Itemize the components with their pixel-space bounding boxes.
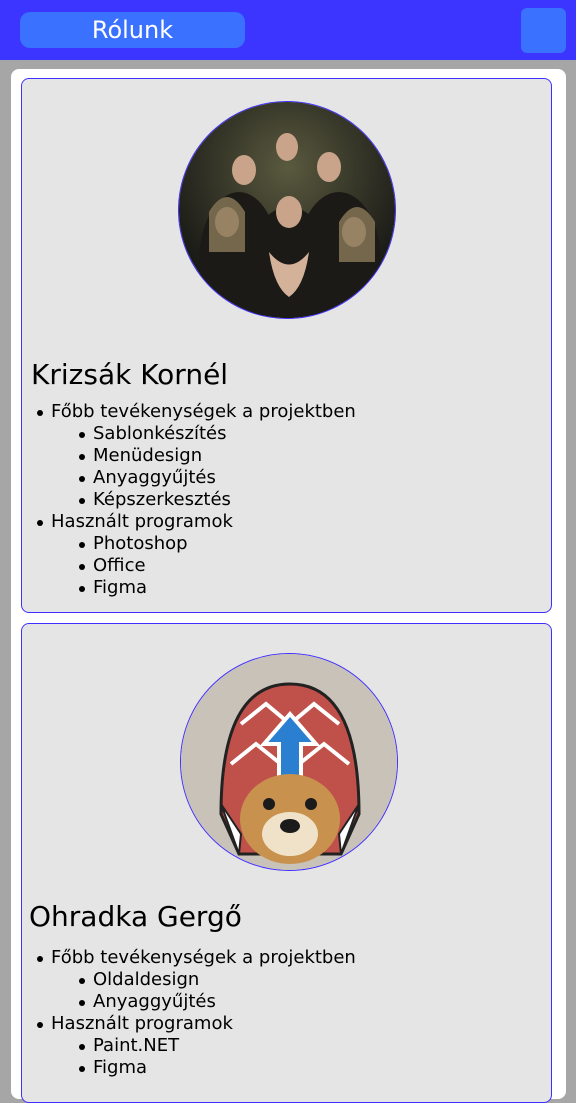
avatar: [180, 653, 398, 871]
list-item: Használt programok Paint.NET Figma: [35, 1013, 356, 1079]
band-photo: [179, 102, 395, 318]
section-label-activities: Főbb tevékenységek a projektben: [51, 401, 356, 422]
list-item: Office: [51, 555, 356, 577]
avatar: [178, 101, 396, 319]
dog-helmet-photo: [181, 654, 397, 870]
list-item: Anyaggyűjtés: [51, 991, 356, 1013]
section-label-programs: Használt programok: [51, 1013, 233, 1034]
section-label-activities: Főbb tevékenységek a projektben: [51, 947, 356, 968]
list-item: Paint.NET: [51, 1035, 356, 1057]
list-item: Sablonkészítés: [51, 423, 356, 445]
list-item: Használt programok Photoshop Office Figm…: [35, 511, 356, 599]
member-details-list: Főbb tevékenységek a projektben Sablonké…: [35, 401, 356, 599]
top-navigation-bar: Rólunk: [0, 0, 576, 60]
list-item: Photoshop: [51, 533, 356, 555]
member-card: Ohradka Gergő Főbb tevékenységek a proje…: [21, 623, 552, 1103]
list-item: Főbb tevékenységek a projektben Oldaldes…: [35, 947, 356, 1013]
section-label-programs: Használt programok: [51, 511, 233, 532]
list-item: Képszerkesztés: [51, 489, 356, 511]
list-item: Oldaldesign: [51, 969, 356, 991]
menu-button[interactable]: [521, 8, 566, 53]
list-item: Főbb tevékenységek a projektben Sablonké…: [35, 401, 356, 511]
member-name: Krizsák Kornél: [31, 358, 229, 391]
list-item: Figma: [51, 1057, 356, 1079]
member-name: Ohradka Gergő: [29, 900, 242, 933]
list-item: Anyaggyűjtés: [51, 467, 356, 489]
page-title-button[interactable]: Rólunk: [20, 12, 245, 48]
list-item: Menüdesign: [51, 445, 356, 467]
member-details-list: Főbb tevékenységek a projektben Oldaldes…: [35, 947, 356, 1079]
list-item: Figma: [51, 577, 356, 599]
member-card: Krizsák Kornél Főbb tevékenységek a proj…: [21, 78, 552, 613]
